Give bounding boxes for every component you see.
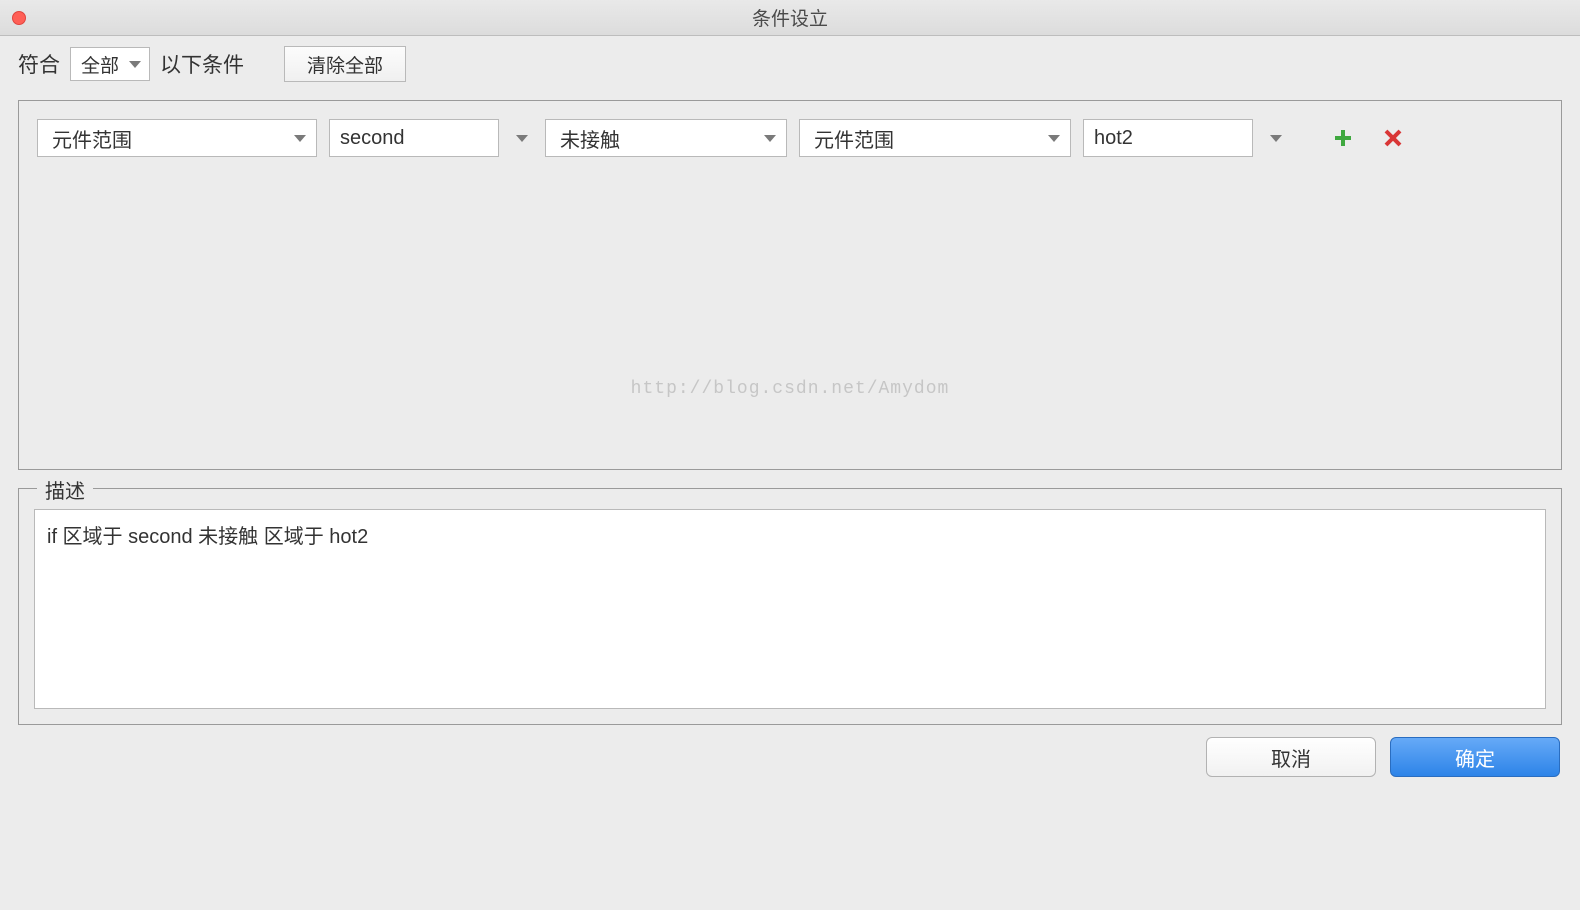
condition-row: 元件范围 second 未接触 元件范围 hot2 — [37, 119, 1543, 157]
chevron-down-icon — [764, 135, 776, 142]
conditions-panel: 元件范围 second 未接触 元件范围 hot2 — [18, 100, 1562, 470]
match-prefix-label: 符合 — [18, 49, 60, 79]
match-selector[interactable]: 全部 — [70, 47, 150, 81]
add-condition-button[interactable] — [1329, 124, 1357, 152]
titlebar: 条件设立 — [0, 0, 1580, 36]
footer-buttons: 取消 确定 — [18, 737, 1562, 777]
plus-icon — [1333, 128, 1353, 148]
description-legend: 描述 — [37, 475, 93, 504]
description-text: if 区域于 second 未接触 区域于 hot2 — [47, 526, 368, 548]
widget-scope-select-2[interactable]: 元件范围 — [799, 119, 1071, 157]
chevron-down-icon — [1270, 135, 1282, 142]
cancel-button[interactable]: 取消 — [1206, 737, 1376, 777]
match-suffix-label: 以下条件 — [160, 49, 244, 79]
window-title: 条件设立 — [0, 4, 1580, 31]
chevron-down-icon — [516, 135, 528, 142]
content-area: 符合 全部 以下条件 清除全部 元件范围 second 未接触 元件范 — [0, 36, 1580, 787]
remove-condition-button[interactable] — [1379, 124, 1407, 152]
action-select[interactable]: 未接触 — [545, 119, 787, 157]
description-fieldset: 描述 if 区域于 second 未接触 区域于 hot2 — [18, 488, 1562, 725]
close-window-dot[interactable] — [12, 11, 26, 25]
hot-input[interactable]: hot2 — [1083, 119, 1253, 157]
chevron-down-icon — [294, 135, 306, 142]
hot-input-value: hot2 — [1094, 127, 1133, 150]
match-selector-value: 全部 — [81, 51, 119, 78]
second-input[interactable]: second — [329, 119, 499, 157]
action-select-value: 未接触 — [560, 124, 620, 153]
chevron-down-icon — [129, 61, 141, 68]
match-toolbar: 符合 全部 以下条件 清除全部 — [18, 46, 1562, 82]
second-input-value: second — [340, 127, 405, 150]
chevron-down-icon — [1048, 135, 1060, 142]
description-textarea[interactable]: if 区域于 second 未接触 区域于 hot2 — [34, 509, 1546, 709]
watermark-text: http://blog.csdn.net/Amydom — [631, 379, 950, 399]
widget-scope-1-value: 元件范围 — [52, 124, 132, 153]
x-icon — [1383, 128, 1403, 148]
hot-dropdown[interactable] — [1265, 135, 1287, 142]
clear-all-button[interactable]: 清除全部 — [284, 46, 406, 82]
widget-scope-select-1[interactable]: 元件范围 — [37, 119, 317, 157]
ok-button[interactable]: 确定 — [1390, 737, 1560, 777]
second-dropdown[interactable] — [511, 135, 533, 142]
widget-scope-2-value: 元件范围 — [814, 124, 894, 153]
